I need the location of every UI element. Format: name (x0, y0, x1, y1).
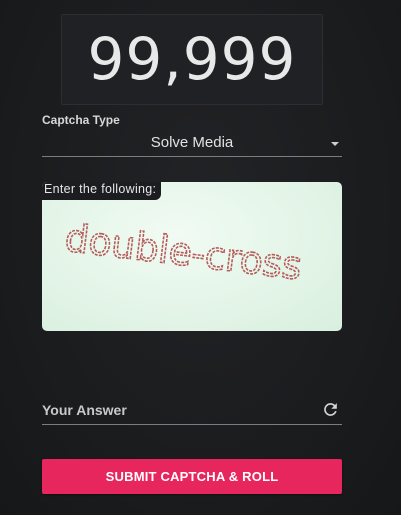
captcha-type-selected: Solve Media (150, 134, 234, 151)
answer-input[interactable] (42, 396, 312, 423)
captcha-image: double-cross (62, 215, 305, 289)
captcha-panel: double-cross Enter the following: (42, 182, 342, 331)
answer-field (42, 396, 342, 425)
submit-captcha-roll-button[interactable]: SUBMIT CAPTCHA & ROLL (42, 459, 342, 494)
captcha-type-label: Captcha Type (42, 113, 120, 127)
captcha-image-text: double-cross (63, 216, 305, 289)
counter-value: 99,999 (87, 24, 297, 93)
roll-counter: 99,999 (61, 14, 323, 105)
captcha-type-select[interactable]: Solve Media (42, 130, 342, 157)
refresh-icon[interactable] (321, 400, 340, 419)
chevron-down-icon (331, 142, 339, 146)
captcha-prompt: Enter the following: (42, 182, 162, 200)
